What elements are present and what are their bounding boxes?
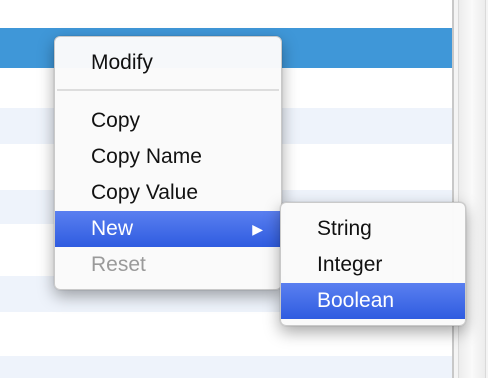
submenu-item-integer[interactable]: Integer — [281, 247, 465, 283]
submenu-item-boolean[interactable]: Boolean — [281, 283, 465, 319]
context-menu: Modify Copy Copy Name Copy Value New ▶ R… — [54, 36, 282, 290]
menu-item-new[interactable]: New ▶ — [55, 211, 281, 247]
menu-item-new-label: New — [91, 217, 134, 240]
menu-item-modify[interactable]: Modify — [55, 45, 281, 81]
menu-separator — [57, 89, 279, 91]
menu-item-copy-value[interactable]: Copy Value — [55, 175, 281, 211]
submenu-item-string[interactable]: String — [281, 211, 465, 247]
new-submenu: String Integer Boolean — [280, 202, 466, 326]
table-row[interactable] — [0, 356, 452, 378]
menu-item-reset: Reset — [91, 253, 146, 276]
submenu-arrow-icon: ▶ — [252, 221, 263, 237]
menu-item-copy-name[interactable]: Copy Name — [55, 139, 281, 175]
menu-item-copy[interactable]: Copy — [55, 103, 281, 139]
